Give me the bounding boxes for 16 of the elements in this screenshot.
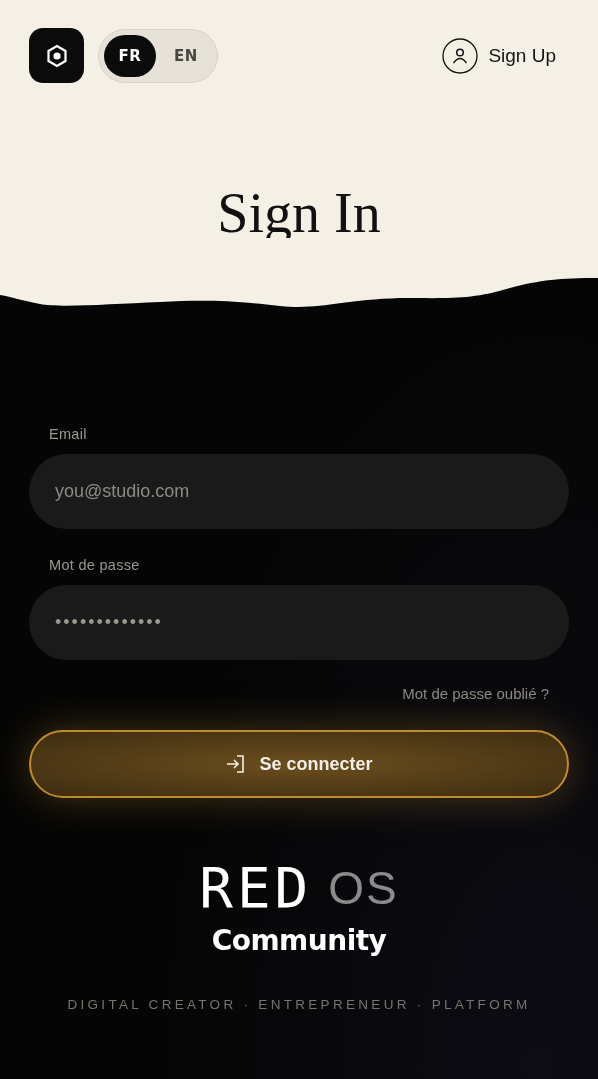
field-label: Email (49, 426, 88, 442)
language-button[interactable]: FR (104, 34, 156, 77)
tagline: DIGITAL CREATOR · ENTREPRENEUR · PLATFORM (67, 997, 531, 1012)
forgot-password-link[interactable]: Mot de passe oublié ? (402, 685, 549, 702)
brand-subtitle: Community (211, 924, 387, 957)
sign-up-label[interactable]: Sign Up (488, 44, 556, 67)
input-field[interactable]: ••••••••••••• (29, 585, 569, 660)
sign-up-link[interactable]: Sign Up (442, 37, 556, 74)
field-label: Mot de passe (49, 557, 141, 573)
brand-suffix: OS (328, 861, 399, 915)
logo-icon[interactable] (29, 28, 84, 83)
user-icon (442, 37, 479, 74)
brand-logo: RED (199, 860, 313, 916)
input-field[interactable]: you@studio.com (29, 454, 569, 529)
sign-in-button[interactable]: Se connecter (29, 730, 569, 798)
language-button[interactable]: EN (160, 34, 212, 77)
